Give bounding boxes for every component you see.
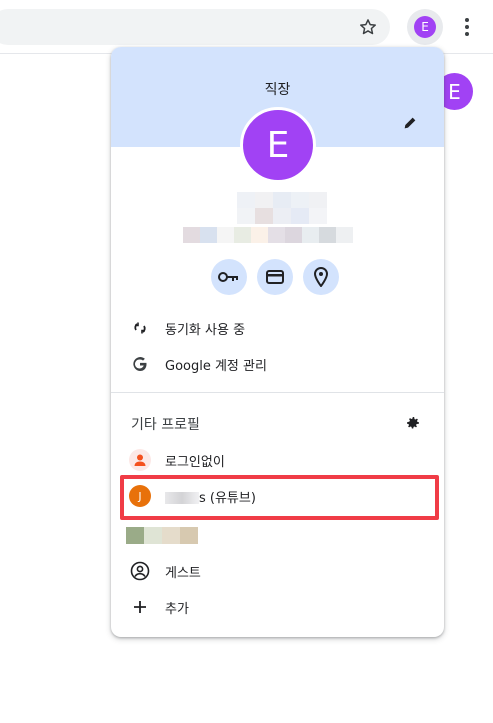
guest-profile-row[interactable]: 게스트 — [111, 554, 444, 588]
payment-card-icon[interactable] — [257, 259, 293, 295]
profile-avatar-small: E — [414, 16, 436, 38]
profile-name-no-login: 로그인없이 — [165, 454, 225, 470]
divider — [111, 392, 444, 393]
profile-name: 직장 — [264, 82, 291, 98]
edit-pencil-icon[interactable] — [398, 111, 422, 135]
add-profile-row[interactable]: 추가 — [111, 590, 444, 624]
profile-button[interactable]: E — [407, 9, 443, 45]
sync-status-row[interactable]: 동기화 사용 중 — [111, 311, 444, 345]
sync-label: 동기화 사용 중 — [165, 322, 246, 338]
gear-icon[interactable] — [402, 412, 424, 434]
profile-item-no-login[interactable]: 로그인없이 — [111, 443, 444, 477]
sync-icon — [129, 317, 151, 339]
highlight-box — [120, 475, 439, 520]
vertical-dots-icon[interactable] — [455, 14, 479, 40]
location-pin-icon[interactable] — [303, 259, 339, 295]
quick-actions — [211, 259, 339, 295]
person-avatar-icon — [129, 449, 151, 471]
plus-icon — [129, 596, 151, 618]
manage-account-label: Google 계정 관리 — [165, 358, 267, 374]
google-g-icon — [129, 353, 151, 375]
guest-label: 게스트 — [165, 565, 201, 581]
blurred-profile-item[interactable] — [126, 527, 198, 544]
blurred-account-name — [237, 192, 327, 208]
blurred-account-name-2 — [237, 208, 327, 224]
guest-person-icon — [129, 560, 151, 582]
password-key-icon[interactable] — [211, 259, 247, 295]
bookmark-star-icon[interactable] — [355, 14, 381, 40]
blurred-account-email — [183, 227, 353, 243]
profile-avatar-large: E — [240, 107, 316, 183]
manage-google-account-row[interactable]: Google 계정 관리 — [111, 347, 444, 381]
address-bar[interactable] — [0, 9, 390, 45]
profile-menu-popup: 직장 E 동기화 사용 중 Google 계정 관리 기타 프로필 로그인없이 … — [111, 47, 444, 637]
add-label: 추가 — [165, 601, 189, 617]
browser-toolbar: E — [0, 0, 493, 54]
other-profiles-title: 기타 프로필 — [131, 417, 200, 433]
